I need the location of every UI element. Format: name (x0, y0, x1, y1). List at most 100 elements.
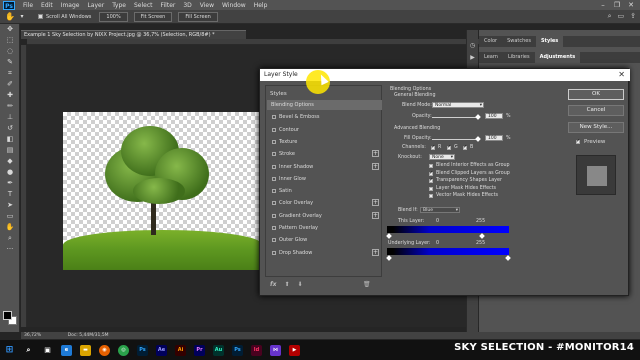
tab-styles[interactable]: Styles (535, 36, 564, 47)
crop-tool-icon[interactable]: ⌗ (0, 68, 20, 79)
blend-if-select[interactable]: Blue ▾ (420, 207, 460, 213)
more-tools-icon[interactable]: ··· (0, 244, 20, 255)
style-row[interactable]: Texture (267, 137, 382, 147)
scroll-all-checkbox[interactable] (38, 14, 43, 19)
style-row[interactable]: Contour (267, 125, 382, 135)
photoshop-taskbar-icon[interactable]: Ps (137, 344, 148, 356)
style-row[interactable]: Bevel & Emboss (267, 112, 382, 122)
style-checkbox[interactable] (272, 213, 276, 218)
style-checkbox[interactable] (272, 176, 276, 181)
minimize-icon[interactable]: – (596, 0, 610, 10)
style-row[interactable]: Inner Shadow + (267, 162, 382, 172)
fx-icon[interactable]: fx (270, 281, 276, 288)
advanced-option-checkbox[interactable] (429, 170, 433, 176)
document-image[interactable] (63, 112, 263, 270)
menu-3d[interactable]: 3D (179, 2, 195, 9)
style-row[interactable]: Pattern Overlay (267, 223, 382, 233)
style-row[interactable]: Gradient Overlay + (267, 211, 382, 221)
share-icon[interactable]: ⇪ (630, 12, 636, 21)
style-row[interactable]: Drop Shadow + (267, 248, 382, 258)
preview-checkbox[interactable] (576, 138, 580, 144)
add-effect-icon[interactable]: + (372, 248, 379, 256)
tab-color[interactable]: Color (479, 36, 502, 47)
media-app-icon[interactable]: ▶ (289, 344, 300, 356)
brush-tool-icon[interactable]: ✏ (0, 101, 20, 112)
blur-tool-icon[interactable]: ◆ (0, 156, 20, 167)
maximize-icon[interactable]: ❐ (610, 0, 624, 10)
blend-mode-select[interactable]: Normal ▾ (432, 102, 484, 108)
edge-icon[interactable]: e (61, 344, 72, 356)
premiere-taskbar-icon[interactable]: Pr (194, 344, 205, 356)
this-layer-white-knob[interactable] (479, 233, 485, 239)
audition-taskbar-icon[interactable]: Au (213, 344, 224, 356)
quick-select-tool-icon[interactable]: ✎ (0, 57, 20, 68)
hand-tool-icon[interactable]: ✋ (0, 222, 20, 233)
this-layer-black-knob[interactable] (386, 233, 392, 239)
style-row[interactable]: Inner Glow (267, 174, 382, 184)
move-up-icon[interactable]: ⬆ (284, 281, 289, 288)
style-checkbox[interactable] (272, 115, 276, 120)
style-row[interactable]: Color Overlay + (267, 198, 382, 208)
workspace-icon[interactable]: ▭ (618, 12, 625, 21)
opacity-slider-knob[interactable] (475, 114, 481, 120)
channel-g-checkbox[interactable] (447, 144, 451, 150)
this-layer-gradient[interactable] (387, 226, 509, 233)
menu-file[interactable]: File (19, 2, 37, 9)
style-row[interactable]: Outer Glow (267, 235, 382, 245)
menu-layer[interactable]: Layer (83, 2, 108, 9)
windows-start-icon[interactable]: ⊞ (4, 345, 15, 356)
styles-header[interactable]: Styles (270, 91, 287, 97)
close-icon[interactable]: ✕ (624, 0, 638, 10)
history-panel-icon[interactable]: ◷ (467, 42, 478, 49)
eyedropper-tool-icon[interactable]: ✐ (0, 79, 20, 90)
visual-studio-icon[interactable]: ⋈ (270, 344, 281, 356)
style-checkbox[interactable] (272, 127, 276, 132)
tab-libraries[interactable]: Libraries (503, 52, 535, 63)
tab-adjustments[interactable]: Adjustments (534, 52, 581, 63)
underlying-layer-white-knob[interactable] (505, 255, 511, 261)
shape-tool-icon[interactable]: ▭ (0, 211, 20, 222)
menu-image[interactable]: Image (57, 2, 84, 9)
fill-opacity-slider-knob[interactable] (475, 136, 481, 142)
add-effect-icon[interactable]: + (372, 162, 379, 170)
properties-panel-icon[interactable]: ▶ (467, 54, 478, 61)
menu-select[interactable]: Select (130, 2, 157, 9)
style-checkbox[interactable] (272, 164, 276, 169)
document-tab[interactable]: Example 1 Sky Selection by NIXX Project.… (21, 30, 246, 39)
advanced-option-checkbox[interactable] (429, 177, 433, 183)
opacity-input[interactable]: 100 (485, 113, 503, 119)
clone-stamp-tool-icon[interactable]: ⊥ (0, 112, 20, 123)
fill-opacity-input[interactable]: 100 (485, 135, 503, 141)
channel-r-checkbox[interactable] (431, 144, 435, 150)
style-checkbox[interactable] (272, 152, 276, 157)
ok-button[interactable]: OK (568, 89, 624, 100)
firefox-icon[interactable]: ◉ (99, 344, 110, 356)
lasso-tool-icon[interactable]: ◌ (0, 46, 20, 57)
dialog-close-icon[interactable]: ✕ (618, 69, 625, 81)
illustrator-taskbar-icon[interactable]: Ai (175, 344, 186, 356)
style-row[interactable]: Satin (267, 186, 382, 196)
underlying-layer-black-knob[interactable] (386, 255, 392, 261)
opacity-slider[interactable] (432, 117, 480, 118)
after-effects-taskbar-icon[interactable]: Ae (156, 344, 167, 356)
dodge-tool-icon[interactable]: ● (0, 167, 20, 178)
task-view-icon[interactable]: ▣ (42, 345, 53, 356)
add-effect-icon[interactable]: + (372, 199, 379, 207)
style-checkbox[interactable] (272, 201, 276, 206)
channel-b-checkbox[interactable] (463, 144, 467, 150)
search-icon[interactable]: ⌕ (608, 12, 612, 21)
path-select-tool-icon[interactable]: ➤ (0, 200, 20, 211)
search-icon[interactable]: ⌕ (23, 345, 34, 356)
style-checkbox[interactable] (272, 189, 276, 194)
zoom-100-button[interactable]: 100% (99, 11, 128, 22)
menu-view[interactable]: View (196, 2, 218, 9)
fill-opacity-slider[interactable] (432, 139, 480, 140)
fit-screen-button[interactable]: Fit Screen (133, 11, 173, 22)
eraser-tool-icon[interactable]: ◧ (0, 134, 20, 145)
indesign-taskbar-icon[interactable]: Id (251, 344, 262, 356)
tab-learn[interactable]: Learn (479, 52, 503, 63)
add-effect-icon[interactable]: + (372, 150, 379, 158)
gradient-tool-icon[interactable]: ▤ (0, 145, 20, 156)
tool-preset-chevron-icon[interactable]: ▾ (16, 12, 28, 22)
style-checkbox[interactable] (272, 226, 276, 230)
